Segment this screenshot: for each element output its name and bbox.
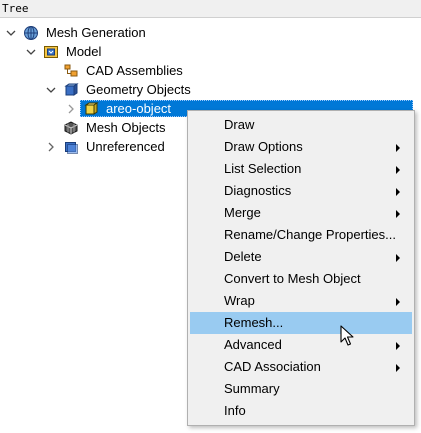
menu-item-label: Rename/Change Properties... bbox=[224, 227, 396, 242]
menu-item-rename-change-properties[interactable]: Rename/Change Properties... bbox=[190, 224, 412, 246]
menu-item-wrap[interactable]: Wrap bbox=[190, 290, 412, 312]
expand-chevron-icon[interactable] bbox=[45, 137, 57, 156]
menu-item-summary[interactable]: Summary bbox=[190, 378, 412, 400]
submenu-arrow-icon bbox=[396, 210, 400, 218]
collapse-chevron-icon[interactable] bbox=[45, 80, 57, 99]
menu-item-list-selection[interactable]: List Selection bbox=[190, 158, 412, 180]
menu-item-draw-options[interactable]: Draw Options bbox=[190, 136, 412, 158]
menu-item-label: Draw Options bbox=[224, 139, 303, 154]
menu-item-label: Diagnostics bbox=[224, 183, 292, 198]
submenu-arrow-icon bbox=[396, 254, 400, 262]
submenu-arrow-icon bbox=[396, 342, 400, 350]
collapse-chevron-icon[interactable] bbox=[25, 42, 37, 61]
menu-item-label: Remesh... bbox=[224, 315, 284, 330]
menu-item-label: Draw bbox=[224, 117, 255, 132]
menu-item-label: Wrap bbox=[224, 293, 255, 308]
tree-node-geometry-objects[interactable]: Geometry Objects bbox=[0, 80, 421, 99]
submenu-arrow-icon bbox=[396, 298, 400, 306]
submenu-arrow-icon bbox=[396, 188, 400, 196]
mesh-objects-icon bbox=[63, 118, 79, 137]
menu-item-label: Summary bbox=[224, 381, 280, 396]
submenu-arrow-icon bbox=[396, 144, 400, 152]
tree-node-cad-assemblies[interactable]: CAD Assemblies bbox=[0, 61, 421, 80]
menu-item-advanced[interactable]: Advanced bbox=[190, 334, 412, 356]
menu-item-label: CAD Association bbox=[224, 359, 321, 374]
globe-icon bbox=[23, 23, 39, 42]
tree-node-label: Geometry Objects bbox=[86, 82, 191, 97]
menu-item-label: Merge bbox=[224, 205, 261, 220]
collapse-chevron-icon[interactable] bbox=[5, 23, 17, 42]
tree-node-label: CAD Assemblies bbox=[86, 63, 183, 78]
tree-node-label: Model bbox=[66, 44, 102, 59]
model-icon bbox=[43, 42, 59, 61]
menu-item-label: Convert to Mesh Object bbox=[224, 271, 361, 286]
menu-item-remesh[interactable]: Remesh... bbox=[190, 312, 412, 334]
menu-item-convert-to-mesh-object[interactable]: Convert to Mesh Object bbox=[190, 268, 412, 290]
tree-panel-title: Tree bbox=[2, 2, 29, 15]
menu-item-cad-association[interactable]: CAD Association bbox=[190, 356, 412, 378]
tree-node-mesh-generation[interactable]: Mesh Generation bbox=[0, 23, 421, 42]
menu-item-label: Advanced bbox=[224, 337, 282, 352]
tree-node-label: areo-object bbox=[106, 101, 172, 116]
menu-item-delete[interactable]: Delete bbox=[190, 246, 412, 268]
mouse-pointer-icon bbox=[340, 325, 354, 350]
menu-item-label: Delete bbox=[224, 249, 262, 264]
tree-node-label: Mesh Generation bbox=[46, 25, 146, 40]
unreferenced-icon bbox=[63, 137, 79, 156]
menu-item-draw[interactable]: Draw bbox=[190, 114, 412, 136]
menu-item-label: Info bbox=[224, 403, 246, 418]
cad-assemblies-icon bbox=[63, 61, 79, 80]
menu-item-diagnostics[interactable]: Diagnostics bbox=[190, 180, 412, 202]
menu-item-label: List Selection bbox=[224, 161, 302, 176]
menu-item-merge[interactable]: Merge bbox=[190, 202, 412, 224]
submenu-arrow-icon bbox=[396, 166, 400, 174]
tree-panel-header: Tree bbox=[0, 0, 421, 18]
expand-chevron-icon[interactable] bbox=[65, 99, 77, 118]
geometry-object-icon bbox=[83, 99, 99, 118]
submenu-arrow-icon bbox=[396, 364, 400, 372]
tree-node-model[interactable]: Model bbox=[0, 42, 421, 61]
context-menu: Draw Draw Options List Selection Diagnos… bbox=[187, 110, 415, 426]
tree-node-label: Unreferenced bbox=[86, 139, 165, 154]
geometry-objects-icon bbox=[63, 80, 79, 99]
menu-item-info[interactable]: Info bbox=[190, 400, 412, 422]
tree-node-label: Mesh Objects bbox=[86, 120, 166, 135]
